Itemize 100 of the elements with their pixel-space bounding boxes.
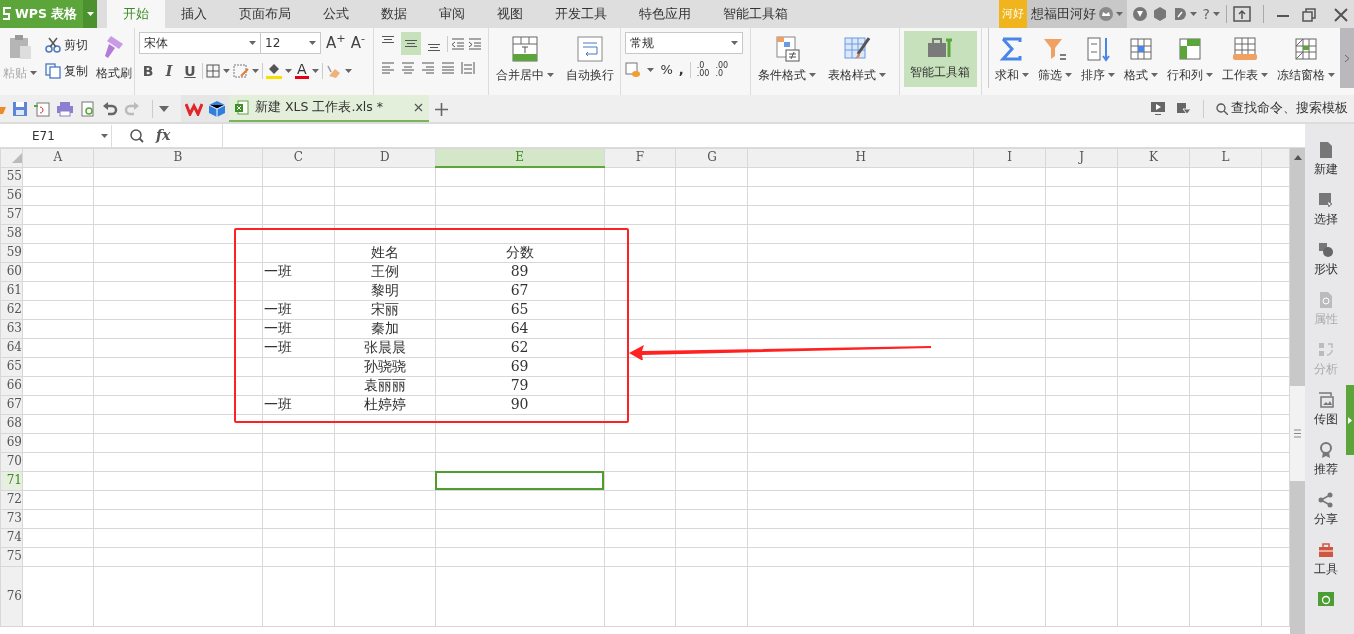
menu-tab[interactable]: 特色应用 bbox=[623, 0, 707, 28]
copy-button[interactable]: 复制 bbox=[43, 61, 90, 81]
menu-dropdown-icon[interactable] bbox=[1177, 102, 1191, 115]
column-header[interactable]: G bbox=[675, 148, 748, 167]
cube-icon[interactable] bbox=[209, 100, 225, 117]
number-format-select[interactable]: 常规 bbox=[625, 32, 744, 54]
align-left-icon[interactable] bbox=[380, 61, 395, 75]
print-preview-icon[interactable] bbox=[80, 100, 96, 117]
menu-tab[interactable]: 公式 bbox=[307, 0, 365, 28]
filter-button[interactable]: 筛选 bbox=[1034, 34, 1075, 88]
cell-cursor[interactable] bbox=[435, 471, 604, 490]
scroll-thumb[interactable] bbox=[1290, 386, 1305, 481]
percent-button[interactable]: % bbox=[660, 60, 673, 80]
export-pdf-icon[interactable] bbox=[34, 100, 50, 117]
function-button[interactable]: fx bbox=[156, 125, 171, 146]
table-style-button[interactable]: 表格样式 bbox=[824, 34, 889, 95]
menu-tab[interactable]: 页面布局 bbox=[223, 0, 307, 28]
save-icon[interactable] bbox=[12, 100, 28, 117]
menu-tab[interactable]: 开始 bbox=[107, 0, 165, 28]
scroll-up-icon[interactable] bbox=[1293, 154, 1302, 160]
hexagon-icon[interactable] bbox=[1152, 7, 1167, 21]
side-panel-item[interactable]: 形状 bbox=[1313, 242, 1338, 292]
side-panel-item[interactable]: 选择 bbox=[1313, 192, 1338, 242]
currency-icon[interactable] bbox=[625, 61, 642, 78]
side-panel-item[interactable]: 分享 bbox=[1313, 492, 1338, 542]
draw-border-icon[interactable] bbox=[233, 64, 249, 78]
increase-decimal-button[interactable]: .0 .00 bbox=[696, 61, 710, 78]
indent-icon[interactable] bbox=[467, 36, 482, 51]
freeze-panes-button[interactable]: 冻结窗格 bbox=[1273, 34, 1338, 88]
menu-tab[interactable]: 视图 bbox=[481, 0, 539, 28]
decrease-decimal-button[interactable]: .00 .0 bbox=[715, 61, 729, 78]
column-header[interactable]: I bbox=[973, 148, 1046, 167]
column-header[interactable]: L bbox=[1189, 148, 1262, 167]
sum-button[interactable]: 求和 bbox=[991, 34, 1032, 88]
column-header[interactable]: A bbox=[22, 148, 94, 167]
outdent-icon[interactable] bbox=[450, 36, 465, 51]
panel-toggle[interactable] bbox=[1346, 385, 1354, 455]
menu-tab[interactable]: 审阅 bbox=[423, 0, 481, 28]
side-panel-item[interactable]: 新建 bbox=[1313, 142, 1338, 192]
close-icon[interactable] bbox=[1334, 7, 1348, 22]
wps-logo-icon[interactable] bbox=[185, 101, 203, 116]
name-box[interactable]: E71 bbox=[22, 124, 112, 147]
merge-center-button[interactable]: 合并居中 bbox=[493, 34, 558, 95]
plus-icon[interactable] bbox=[435, 102, 448, 116]
column-header[interactable]: K bbox=[1117, 148, 1190, 167]
column-header[interactable]: J bbox=[1045, 148, 1118, 167]
undo-icon[interactable] bbox=[102, 100, 118, 117]
column-header[interactable]: H bbox=[747, 148, 974, 167]
app-menu-button[interactable] bbox=[83, 0, 97, 28]
caret-icon bbox=[1107, 73, 1115, 77]
restore-icon[interactable] bbox=[1302, 7, 1316, 22]
upload-window-icon[interactable] bbox=[1233, 6, 1251, 22]
document-tab[interactable]: 新建 XLS 工作表.xls * bbox=[229, 95, 429, 122]
font-color-button[interactable]: A bbox=[295, 63, 309, 79]
side-panel-item[interactable]: 传图 bbox=[1313, 392, 1338, 442]
format-painter-button[interactable]: 格式刷 bbox=[93, 32, 135, 95]
comma-button[interactable]: , bbox=[678, 60, 684, 80]
column-header[interactable]: D bbox=[334, 148, 436, 167]
column-header[interactable]: C bbox=[262, 148, 335, 167]
column-header[interactable]: B bbox=[93, 148, 263, 167]
grid-format-button[interactable]: 格式 bbox=[1120, 34, 1161, 88]
worksheet-button[interactable]: 工作表 bbox=[1218, 34, 1271, 88]
presentation-icon[interactable] bbox=[1151, 102, 1165, 115]
bold-button[interactable]: B bbox=[139, 60, 157, 82]
zoom-icon[interactable] bbox=[130, 128, 144, 143]
cut-button[interactable]: 剪切 bbox=[43, 35, 90, 55]
grow-font-button[interactable]: A$^{+}$ bbox=[326, 32, 346, 55]
align-right-icon[interactable] bbox=[420, 61, 435, 75]
italic-button[interactable]: I bbox=[160, 60, 178, 82]
print-icon[interactable] bbox=[56, 100, 74, 117]
menu-tab[interactable]: 插入 bbox=[165, 0, 223, 28]
wrap-text-button[interactable]: 自动换行 bbox=[563, 34, 618, 95]
align-center-icon[interactable] bbox=[400, 61, 415, 75]
shrink-font-button[interactable]: A$^{-}$ bbox=[350, 32, 366, 55]
menu-tab[interactable]: 智能工具箱 bbox=[707, 0, 804, 28]
font-size-select[interactable]: 12 bbox=[261, 32, 321, 55]
column-header[interactable]: F bbox=[604, 148, 676, 167]
close-icon[interactable] bbox=[414, 103, 423, 112]
conditional-format-button[interactable]: 条件格式 bbox=[754, 34, 819, 95]
menu-tab[interactable]: 开发工具 bbox=[539, 0, 623, 28]
sort-button[interactable]: 排序 bbox=[1077, 34, 1118, 88]
border-icon[interactable] bbox=[206, 64, 220, 78]
rows-columns-button[interactable]: 行和列 bbox=[1163, 34, 1216, 88]
menu-tab[interactable]: 数据 bbox=[365, 0, 423, 28]
side-panel-item[interactable]: 工具 bbox=[1313, 542, 1338, 592]
justify-icon[interactable] bbox=[440, 61, 455, 75]
dropdown-icon[interactable] bbox=[159, 105, 169, 112]
fill-color-icon[interactable] bbox=[266, 63, 282, 79]
distribute-icon[interactable] bbox=[460, 61, 475, 75]
font-name-select[interactable]: 宋体 bbox=[139, 32, 261, 55]
middle-align-button[interactable] bbox=[400, 32, 421, 55]
backup-icon[interactable] bbox=[1317, 592, 1334, 606]
underline-button[interactable]: U bbox=[181, 60, 199, 82]
row-header[interactable]: 76 bbox=[0, 566, 23, 626]
search-field[interactable]: 查找命令、搜索模板 bbox=[1216, 99, 1348, 118]
help-button[interactable]: ? bbox=[1202, 3, 1210, 25]
eraser-icon[interactable] bbox=[325, 64, 342, 78]
toolbox-button[interactable]: 智能工具箱 bbox=[904, 31, 977, 87]
side-panel-item[interactable]: 推荐 bbox=[1313, 442, 1338, 492]
user-menu[interactable]: 想福田河好 bbox=[1026, 0, 1127, 28]
